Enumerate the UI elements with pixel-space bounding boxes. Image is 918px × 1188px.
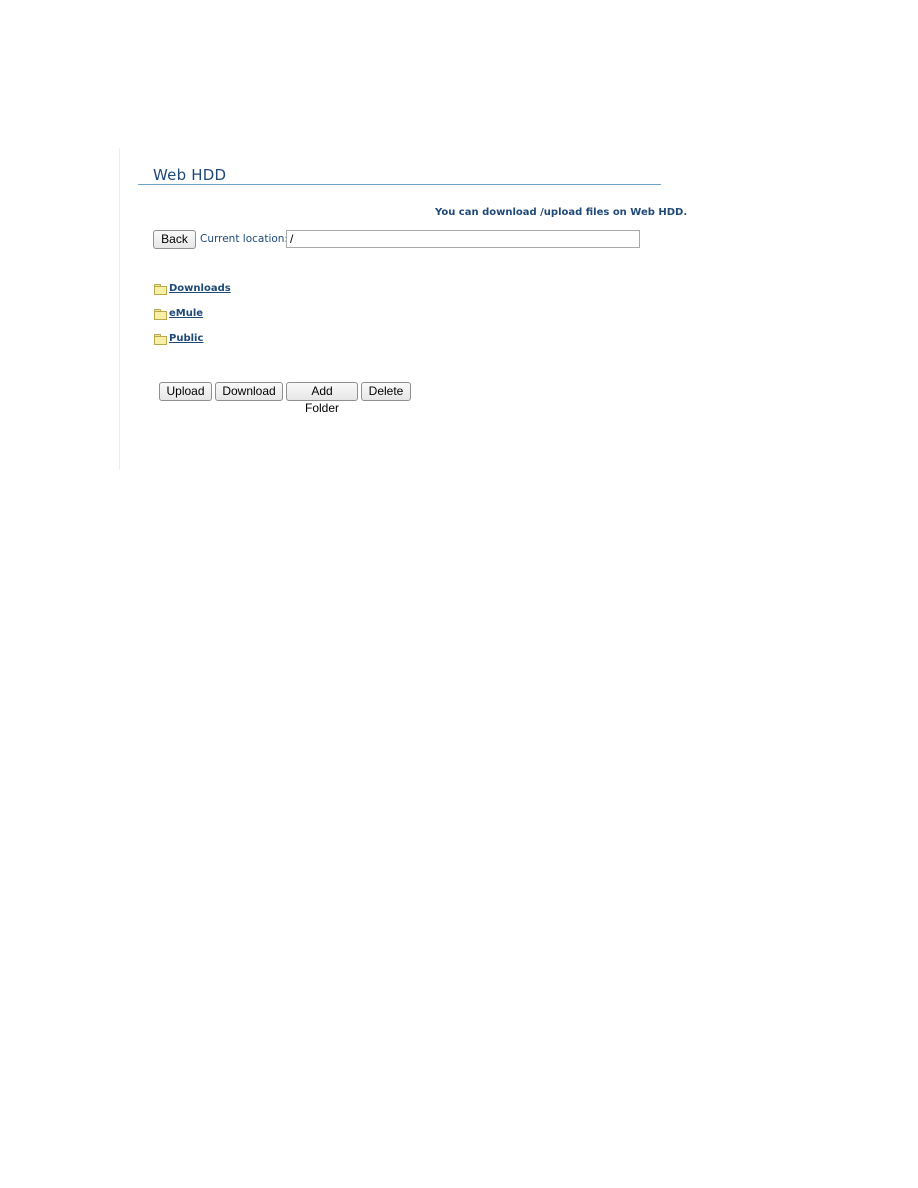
upload-button[interactable]: Upload (159, 382, 212, 401)
current-location-label: Current location: (200, 233, 288, 245)
folder-icon (154, 284, 167, 295)
content-left-border (119, 148, 120, 470)
title-divider (138, 184, 661, 185)
folder-link-emule[interactable]: eMule (169, 308, 203, 319)
add-folder-button[interactable]: Add Folder (286, 382, 358, 415)
delete-button[interactable]: Delete (361, 382, 411, 401)
page-title: Web HDD (153, 166, 227, 184)
folder-icon (154, 309, 167, 320)
info-text: You can download /upload files on Web HD… (435, 207, 688, 218)
folder-link-downloads[interactable]: Downloads (169, 283, 231, 294)
folder-link-public[interactable]: Public (169, 333, 203, 344)
current-location-input[interactable] (286, 230, 640, 248)
folder-item-public[interactable]: Public (154, 333, 203, 345)
folder-item-emule[interactable]: eMule (154, 308, 203, 320)
folder-item-downloads[interactable]: Downloads (154, 283, 231, 295)
back-button[interactable]: Back (153, 230, 196, 249)
download-button[interactable]: Download (215, 382, 283, 401)
folder-icon (154, 334, 167, 345)
